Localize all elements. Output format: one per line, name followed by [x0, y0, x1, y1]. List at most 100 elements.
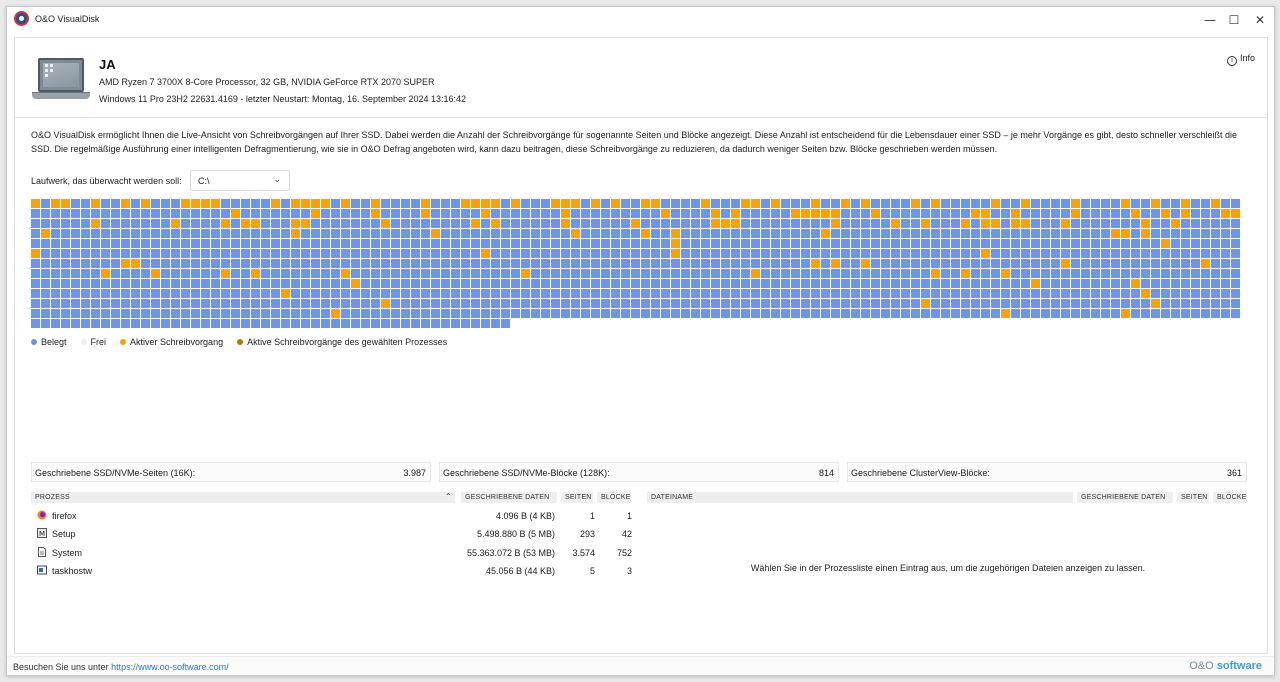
cluster-cell-used: [501, 319, 510, 328]
legend-dot-icon: [80, 339, 87, 345]
cluster-cell-used: [821, 219, 830, 228]
cluster-cell-used: [881, 269, 890, 278]
cluster-cell-used: [821, 259, 830, 268]
cluster-cell-used: [1061, 239, 1070, 248]
cluster-cell-active: [591, 199, 600, 208]
column-header-file-written[interactable]: GESCHRIEBENE DATEN: [1077, 492, 1173, 503]
cluster-cell-used: [691, 279, 700, 288]
legend-item: Aktiver Schreibvorgang: [120, 337, 223, 347]
cluster-cell-used: [501, 239, 510, 248]
laptop-icon: [32, 58, 90, 102]
minimize-icon: —: [1204, 13, 1216, 27]
cluster-cell-used: [501, 199, 510, 208]
process-row-system[interactable]: System 55.363.072 B (53 MB) 3.574 752: [35, 544, 640, 562]
cluster-cell-used: [251, 199, 260, 208]
cluster-cell-used: [741, 289, 750, 298]
cluster-cell-used: [1061, 289, 1070, 298]
cluster-cell-used: [421, 219, 430, 228]
cluster-cell-used: [1001, 219, 1010, 228]
cluster-cell-used: [561, 299, 570, 308]
cluster-cell-used: [861, 209, 870, 218]
cluster-cell-used: [541, 279, 550, 288]
cluster-cell-used: [251, 209, 260, 218]
process-row-setup[interactable]: M Setup 5.498.880 B (5 MB) 293 42: [35, 525, 640, 543]
cluster-cell-used: [941, 229, 950, 238]
cluster-cell-used: [951, 299, 960, 308]
cluster-cell-used: [81, 279, 90, 288]
cluster-cell-used: [831, 229, 840, 238]
cluster-cell-used: [1231, 239, 1240, 248]
footer-visit: Besuchen Sie uns unter https://www.oo-so…: [13, 662, 229, 672]
cluster-cell-used: [791, 269, 800, 278]
cluster-cell-used: [771, 229, 780, 238]
cluster-cell-used: [1181, 289, 1190, 298]
cluster-cell-used: [691, 309, 700, 318]
cluster-cell-used: [1161, 249, 1170, 258]
cluster-cell-used: [951, 249, 960, 258]
website-link[interactable]: https://www.oo-software.com/: [111, 662, 229, 672]
cluster-cell-used: [381, 209, 390, 218]
cluster-cell-used: [31, 289, 40, 298]
column-header-file-blocks[interactable]: BLÖCKE: [1213, 492, 1247, 503]
cluster-cell-used: [201, 259, 210, 268]
cluster-cell-used: [261, 299, 270, 308]
cluster-cell-used: [971, 199, 980, 208]
cluster-cell-used: [431, 219, 440, 228]
cluster-cell-used: [541, 269, 550, 278]
cluster-cell-used: [1131, 249, 1140, 258]
cluster-cell-used: [151, 209, 160, 218]
cluster-cell-used: [221, 289, 230, 298]
cluster-cell-used: [1041, 289, 1050, 298]
close-button[interactable]: ✕: [1247, 11, 1273, 29]
maximize-button[interactable]: ☐: [1221, 11, 1247, 29]
cluster-cell-used: [611, 269, 620, 278]
cluster-cell-used: [101, 319, 110, 328]
cluster-cell-used: [691, 239, 700, 248]
cluster-cell-used: [211, 249, 220, 258]
column-header-blocks[interactable]: BLÖCKE: [597, 492, 631, 503]
oo-software-logo: O&O software: [1189, 660, 1262, 672]
cluster-cell-used: [191, 309, 200, 318]
cluster-cell-used: [981, 229, 990, 238]
process-row-firefox[interactable]: firefox 4.096 B (4 KB) 1 1: [35, 507, 640, 525]
cluster-cell-used: [551, 289, 560, 298]
column-header-process[interactable]: PROZESS: [31, 492, 455, 503]
cluster-cell-used: [701, 289, 710, 298]
cluster-cell-used: [801, 279, 810, 288]
cluster-cell-used: [1211, 259, 1220, 268]
cluster-cell-used: [351, 249, 360, 258]
cluster-cell-used: [301, 299, 310, 308]
column-header-filename[interactable]: DATEINAME: [647, 492, 1073, 503]
cluster-cell-used: [1051, 279, 1060, 288]
cluster-cell-used: [151, 259, 160, 268]
cluster-cell-used: [1091, 249, 1100, 258]
cluster-cell-used: [761, 289, 770, 298]
column-header-file-pages[interactable]: SEITEN: [1177, 492, 1209, 503]
cluster-cell-used: [511, 279, 520, 288]
cluster-cell-used: [511, 299, 520, 308]
cluster-cell-used: [881, 239, 890, 248]
cluster-cell-used: [71, 199, 80, 208]
drive-dropdown[interactable]: C:\ ⌄: [190, 170, 290, 191]
cluster-cell-used: [141, 229, 150, 238]
cluster-cell-used: [311, 259, 320, 268]
cluster-cell-active: [561, 209, 570, 218]
cluster-cell-used: [91, 269, 100, 278]
cluster-cell-used: [581, 219, 590, 228]
column-header-written[interactable]: GESCHRIEBENE DATEN: [461, 492, 557, 503]
cluster-cell-used: [271, 279, 280, 288]
process-row-taskhostw[interactable]: taskhostw 45.056 B (44 KB) 5 3: [35, 562, 640, 580]
cluster-cell-used: [861, 299, 870, 308]
cluster-cell-active: [711, 209, 720, 218]
info-button[interactable]: i Info: [1226, 53, 1255, 66]
cluster-cell-used: [301, 249, 310, 258]
cluster-cell-used: [421, 279, 430, 288]
cluster-cell-used: [831, 289, 840, 298]
cluster-cell-used: [911, 309, 920, 318]
minimize-button[interactable]: —: [1197, 11, 1223, 29]
cluster-cell-used: [761, 279, 770, 288]
column-header-pages[interactable]: SEITEN: [561, 492, 593, 503]
cluster-cell-used: [1091, 219, 1100, 228]
cluster-cell-used: [471, 229, 480, 238]
cluster-cell-used: [781, 209, 790, 218]
